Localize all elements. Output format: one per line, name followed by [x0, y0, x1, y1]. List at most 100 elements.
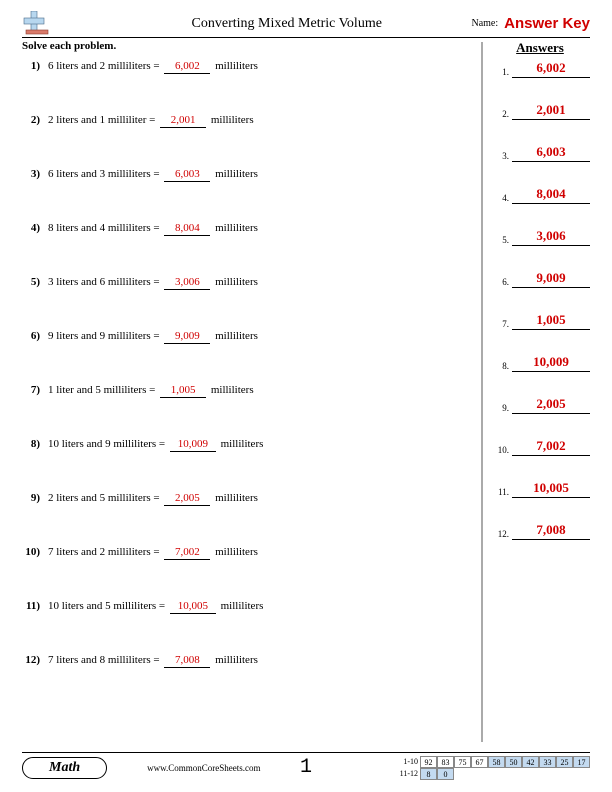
answer-index: 7.	[496, 319, 512, 330]
problem-number: 8)	[22, 438, 48, 450]
problem-row: 7)1 liter and 5 milliliters = 1,005 mill…	[22, 384, 478, 398]
answer-index: 1.	[496, 67, 512, 78]
answer-index: 9.	[496, 403, 512, 414]
answers-column: 1.6,0022.2,0013.6,0034.8,0045.3,0066.9,0…	[490, 60, 590, 708]
answer-row: 12.7,008	[496, 522, 590, 540]
content-area: 1)6 liters and 2 milliliters = 6,002 mil…	[22, 60, 590, 708]
problem-row: 10)7 liters and 2 milliliters = 7,002 mi…	[22, 546, 478, 560]
problem-row: 12)7 liters and 8 milliliters = 7,008 mi…	[22, 654, 478, 668]
answer-value: 10,009	[512, 354, 590, 372]
problem-number: 10)	[22, 546, 48, 558]
answer-blank: 8,004	[164, 222, 210, 236]
problem-row: 2)2 liters and 1 milliliter = 2,001 mill…	[22, 114, 478, 128]
answer-index: 12.	[496, 529, 512, 540]
answer-index: 8.	[496, 361, 512, 372]
answer-index: 4.	[496, 193, 512, 204]
answer-index: 11.	[496, 487, 512, 498]
problem-row: 8)10 liters and 9 milliliters = 10,009 m…	[22, 438, 478, 452]
page-number: 1	[300, 756, 312, 779]
answer-blank: 6,003	[164, 168, 210, 182]
problem-text: 6 liters and 2 milliliters = 6,002 milli…	[48, 60, 258, 74]
problem-number: 9)	[22, 492, 48, 504]
score-cell: 92	[420, 756, 437, 768]
instruction-row: Solve each problem. Answers	[22, 40, 590, 56]
score-cell: 50	[505, 756, 522, 768]
answer-blank: 7,002	[164, 546, 210, 560]
problem-text: 7 liters and 8 milliliters = 7,008 milli…	[48, 654, 258, 668]
answer-value: 2,001	[512, 102, 590, 120]
problem-number: 1)	[22, 60, 48, 72]
answer-index: 2.	[496, 109, 512, 120]
subject-pill: Math	[22, 757, 107, 779]
answer-value: 9,009	[512, 270, 590, 288]
answer-blank: 10,005	[170, 600, 216, 614]
problem-number: 6)	[22, 330, 48, 342]
problem-text: 1 liter and 5 milliliters = 1,005 millil…	[48, 384, 254, 398]
problem-text: 2 liters and 1 milliliter = 2,001 millil…	[48, 114, 254, 128]
problem-row: 1)6 liters and 2 milliliters = 6,002 mil…	[22, 60, 478, 74]
score-cell: 58	[488, 756, 505, 768]
worksheet-title: Converting Mixed Metric Volume	[52, 16, 471, 32]
score-cell: 17	[573, 756, 590, 768]
answer-index: 6.	[496, 277, 512, 288]
problem-row: 9)2 liters and 5 milliliters = 2,005 mil…	[22, 492, 478, 506]
answer-row: 8.10,009	[496, 354, 590, 372]
answer-row: 5.3,006	[496, 228, 590, 246]
site-label: www.CommonCoreSheets.com	[147, 763, 260, 773]
answer-key-label: Answer Key	[504, 15, 590, 32]
problem-number: 11)	[22, 600, 48, 612]
answer-blank: 6,002	[164, 60, 210, 74]
problem-text: 7 liters and 2 milliliters = 7,002 milli…	[48, 546, 258, 560]
score-cell: 25	[556, 756, 573, 768]
problem-text: 6 liters and 3 milliliters = 6,003 milli…	[48, 168, 258, 182]
answer-row: 9.2,005	[496, 396, 590, 414]
problem-number: 4)	[22, 222, 48, 234]
problem-text: 8 liters and 4 milliliters = 8,004 milli…	[48, 222, 258, 236]
problem-text: 10 liters and 5 milliliters = 10,005 mil…	[48, 600, 263, 614]
answer-blank: 3,006	[164, 276, 210, 290]
score-cell: 33	[539, 756, 556, 768]
score-grid: 1-109283756758504233251711-1280	[396, 756, 590, 780]
answer-row: 3.6,003	[496, 144, 590, 162]
worksheet-page: Converting Mixed Metric Volume Name: Ans…	[0, 0, 612, 792]
answer-row: 10.7,002	[496, 438, 590, 456]
problem-row: 5)3 liters and 6 milliliters = 3,006 mil…	[22, 276, 478, 290]
problem-number: 3)	[22, 168, 48, 180]
answer-value: 6,002	[512, 60, 590, 78]
answer-row: 11.10,005	[496, 480, 590, 498]
answer-index: 10.	[496, 445, 512, 456]
problem-text: 2 liters and 5 milliliters = 2,005 milli…	[48, 492, 258, 506]
problem-number: 12)	[22, 654, 48, 666]
problem-text: 3 liters and 6 milliliters = 3,006 milli…	[48, 276, 258, 290]
answer-blank: 1,005	[160, 384, 206, 398]
problem-number: 7)	[22, 384, 48, 396]
answer-blank: 9,009	[164, 330, 210, 344]
column-separator	[481, 42, 483, 742]
score-cell: 67	[471, 756, 488, 768]
answer-value: 1,005	[512, 312, 590, 330]
answer-blank: 2,005	[164, 492, 210, 506]
answer-value: 10,005	[512, 480, 590, 498]
problem-row: 3)6 liters and 3 milliliters = 6,003 mil…	[22, 168, 478, 182]
score-cell: 83	[437, 756, 454, 768]
answer-value: 2,005	[512, 396, 590, 414]
answer-row: 1.6,002	[496, 60, 590, 78]
name-label: Name:	[471, 18, 498, 29]
answer-row: 2.2,001	[496, 102, 590, 120]
answer-index: 5.	[496, 235, 512, 246]
score-cell: 0	[437, 768, 454, 780]
answer-value: 6,003	[512, 144, 590, 162]
score-cell: 42	[522, 756, 539, 768]
score-cell: 8	[420, 768, 437, 780]
footer: Math www.CommonCoreSheets.com 1 1-109283…	[22, 752, 590, 782]
header: Converting Mixed Metric Volume Name: Ans…	[22, 12, 590, 38]
answer-index: 3.	[496, 151, 512, 162]
problem-row: 11)10 liters and 5 milliliters = 10,005 …	[22, 600, 478, 614]
problem-row: 6)9 liters and 9 milliliters = 9,009 mil…	[22, 330, 478, 344]
logo-icon	[22, 11, 52, 37]
score-cell: 1-10	[396, 756, 420, 768]
problems-column: 1)6 liters and 2 milliliters = 6,002 mil…	[22, 60, 490, 708]
problem-number: 5)	[22, 276, 48, 288]
instructions-text: Solve each problem.	[22, 40, 490, 56]
score-cell: 11-12	[396, 768, 420, 780]
